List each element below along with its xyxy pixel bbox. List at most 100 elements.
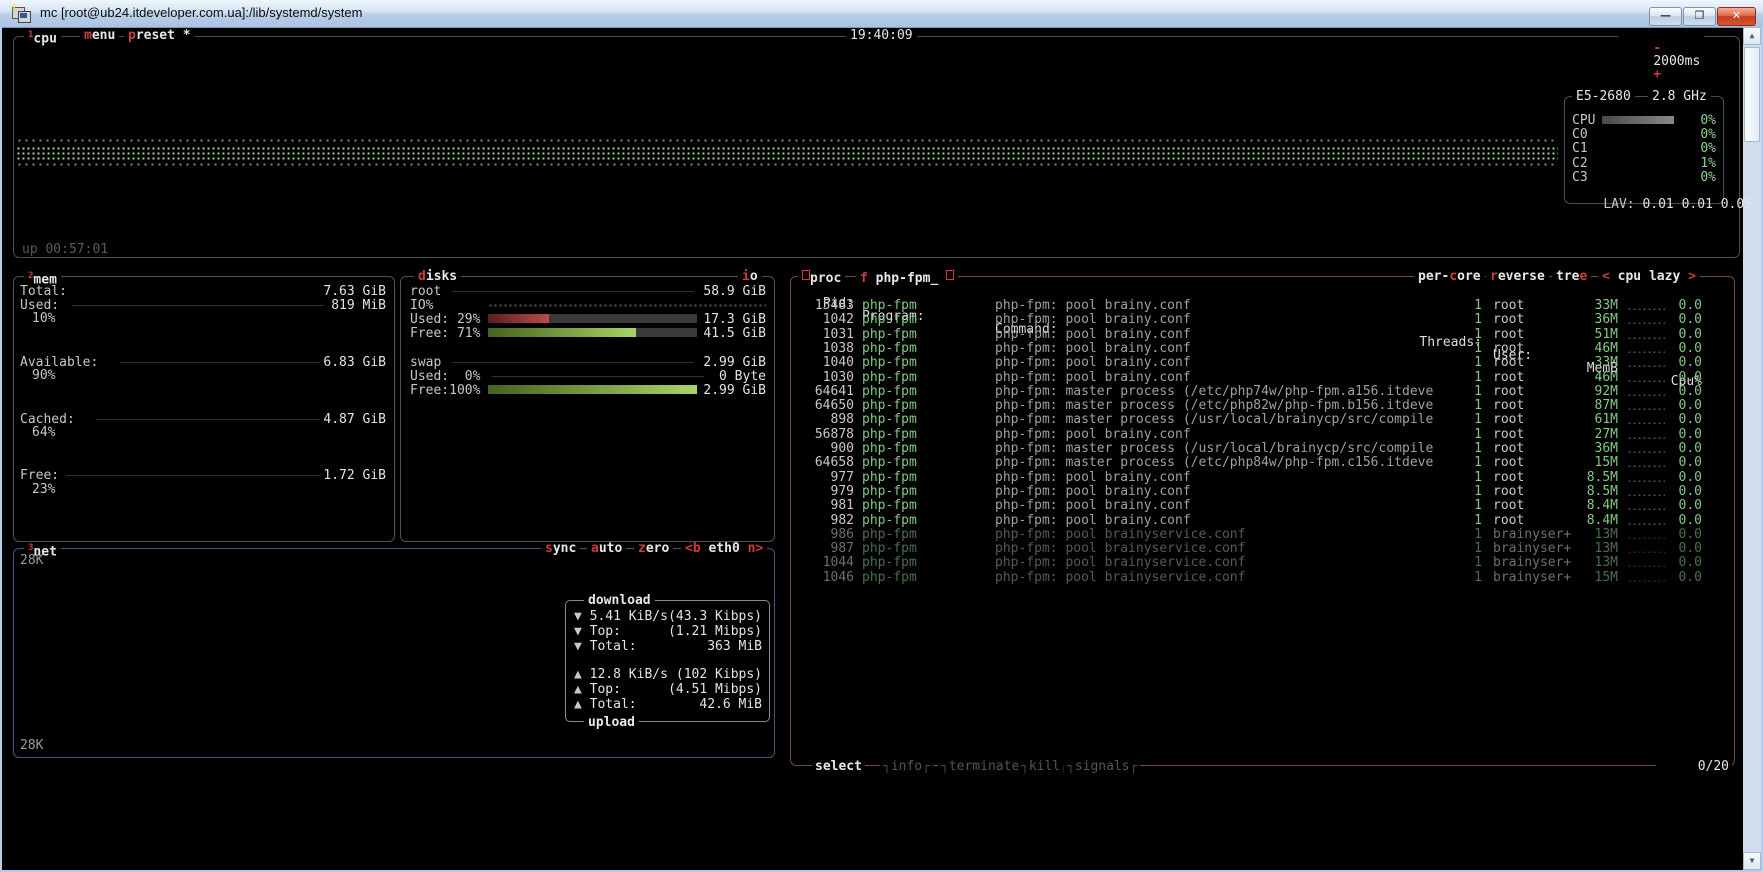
core-row: C30% [0, 171, 1763, 185]
core-row: C21% [0, 157, 1763, 171]
reverse-toggle[interactable]: reverse [1486, 270, 1549, 283]
process-memb: 36M [1540, 442, 1618, 455]
process-row[interactable]: 1044php-fpmphp-fpm: pool brainyservice.c… [0, 556, 1763, 570]
scrollbar-down-icon[interactable]: ▼ [1743, 852, 1761, 870]
net-download-spike [350, 636, 355, 646]
net-download-spike [446, 634, 451, 646]
info-action[interactable]: ┐info┌ [880, 760, 933, 773]
net-download-spike [522, 622, 527, 646]
download-title: download [584, 594, 655, 607]
core-label: CPU [1572, 114, 1595, 127]
process-row[interactable]: 977php-fpmphp-fpm: pool brainy.conf1root… [0, 471, 1763, 485]
process-mem-meter [1627, 550, 1665, 553]
preset-button[interactable]: preset * [124, 29, 195, 42]
process-row[interactable]: 898php-fpmphp-fpm: master process (/usr/… [0, 413, 1763, 427]
sort-selector[interactable]: < cpu lazy > [1598, 270, 1700, 283]
close-button[interactable]: ✕ [1717, 7, 1756, 26]
process-row[interactable]: 64658php-fpmphp-fpm: master process (/et… [0, 456, 1763, 470]
window-titlebar[interactable]: ⚡ mc [root@ub24.itdeveloper.com.ua]:/lib… [0, 0, 1763, 28]
process-row[interactable]: 982php-fpmphp-fpm: pool brainy.conf1root… [0, 514, 1763, 528]
process-usr: root [1493, 342, 1524, 355]
process-row[interactable]: 986php-fpmphp-fpm: pool brainyservice.co… [0, 528, 1763, 542]
net-download-spike [330, 612, 335, 646]
process-cmd: php-fpm: master process (/etc/php74w/php… [995, 385, 1433, 398]
process-cmd: php-fpm: pool brainy.conf [995, 499, 1191, 512]
proc-box-title[interactable]: proc [798, 270, 845, 285]
select-action[interactable]: select [812, 760, 865, 773]
process-row[interactable]: 1031php-fpmphp-fpm: pool brainy.conf1roo… [0, 328, 1763, 342]
process-cpu: 0.0 [1648, 442, 1702, 455]
process-mem-meter [1627, 522, 1665, 525]
process-mem-meter [1627, 450, 1665, 453]
process-cpu: 0.0 [1648, 528, 1702, 541]
proc-filter-input[interactable]: f php-fpm_ [856, 270, 958, 285]
net-download-spike [312, 628, 317, 646]
process-row[interactable]: 1030php-fpmphp-fpm: pool brainy.conf1roo… [0, 371, 1763, 385]
process-cmd: php-fpm: pool brainy.conf [995, 342, 1191, 355]
close-icon: ✕ [1718, 9, 1755, 22]
cpu-box-title[interactable]: 1cpu [24, 29, 61, 45]
disks-box-title: disks [414, 270, 461, 283]
process-row[interactable]: 64650php-fpmphp-fpm: master process (/et… [0, 399, 1763, 413]
process-prog: php-fpm [862, 499, 917, 512]
process-row[interactable]: 979php-fpmphp-fpm: pool brainy.conf1root… [0, 485, 1763, 499]
net-download-spike [24, 634, 29, 646]
process-row[interactable]: 64641php-fpmphp-fpm: master process (/et… [0, 385, 1763, 399]
net-upload-block [60, 740, 150, 748]
process-usr: root [1493, 413, 1524, 426]
filter-clear-icon[interactable] [946, 270, 954, 280]
download-speed-row: ▼ 5.41 KiB/s(43.3 Kibps) [574, 610, 762, 623]
core-value: 0% [1672, 114, 1716, 127]
tree-toggle[interactable]: tree [1552, 270, 1591, 283]
signals-action[interactable]: ┐signals┌ [1064, 760, 1140, 773]
process-row[interactable]: 900php-fpmphp-fpm: master process (/usr/… [0, 442, 1763, 456]
net-download-spike [278, 636, 283, 646]
process-row[interactable]: 1038php-fpmphp-fpm: pool brainy.conf1roo… [0, 342, 1763, 356]
process-thr: 1 [1380, 442, 1482, 455]
process-pid: 64658 [780, 456, 854, 469]
process-mem-meter [1627, 350, 1665, 353]
core-usage-meter-tick [1646, 133, 1655, 137]
core-usage-meter [1602, 176, 1668, 180]
process-pid: 979 [780, 485, 854, 498]
maximize-button[interactable]: ❐ [1683, 7, 1716, 26]
process-cpu: 0.0 [1648, 571, 1702, 584]
process-usr: root [1493, 299, 1524, 312]
process-memb: 8.5M [1540, 471, 1618, 484]
process-memb: 33M [1540, 299, 1618, 312]
menu-button[interactable]: menu [80, 29, 119, 42]
process-usr: root [1493, 456, 1524, 469]
interval-plus-button[interactable]: + [1653, 67, 1661, 82]
scrollbar-up-icon[interactable]: ▲ [1743, 27, 1761, 45]
process-row[interactable]: 987php-fpmphp-fpm: pool brainyservice.co… [0, 542, 1763, 556]
process-mem-meter [1627, 364, 1665, 367]
process-cpu: 0.0 [1648, 471, 1702, 484]
process-row[interactable]: 15483php-fpmphp-fpm: pool brainy.conf1ro… [0, 299, 1763, 313]
minimize-button[interactable]: — [1649, 7, 1682, 26]
process-row[interactable]: 981php-fpmphp-fpm: pool brainy.conf1root… [0, 499, 1763, 513]
process-memb: 8.5M [1540, 485, 1618, 498]
process-cmd: php-fpm: pool brainy.conf [995, 356, 1191, 369]
process-thr: 1 [1380, 514, 1482, 527]
per-core-toggle[interactable]: per-core [1414, 270, 1485, 283]
process-row[interactable]: 56878php-fpmphp-fpm: pool brainy.conf1ro… [0, 428, 1763, 442]
process-pid: 1042 [780, 313, 854, 326]
process-row[interactable]: 1042php-fpmphp-fpm: pool brainy.conf1roo… [0, 313, 1763, 327]
load-average: LAV: 0.01 0.01 0.05 [1572, 185, 1752, 224]
net-download-spike [155, 604, 160, 646]
putty-app-icon: ⚡ [12, 5, 30, 21]
core-usage-meter-tick [1646, 176, 1655, 180]
process-cmd: php-fpm: pool brainy.conf [995, 428, 1191, 441]
net-download-spike [115, 616, 120, 646]
process-cpu: 0.0 [1648, 385, 1702, 398]
process-cpu: 0.0 [1648, 328, 1702, 341]
process-cmd: php-fpm: pool brainy.conf [995, 485, 1191, 498]
process-row[interactable]: 1040php-fpmphp-fpm: pool brainy.conf1roo… [0, 356, 1763, 370]
disks-io-toggle[interactable]: io [738, 270, 762, 283]
terminate-action[interactable]: ┐terminate┌ [938, 760, 1030, 773]
process-memb: 27M [1540, 428, 1618, 441]
core-value: 0% [1672, 142, 1716, 155]
process-prog: php-fpm [862, 399, 917, 412]
process-row[interactable]: 1046php-fpmphp-fpm: pool brainyservice.c… [0, 571, 1763, 585]
proc-key-icon [802, 270, 810, 280]
